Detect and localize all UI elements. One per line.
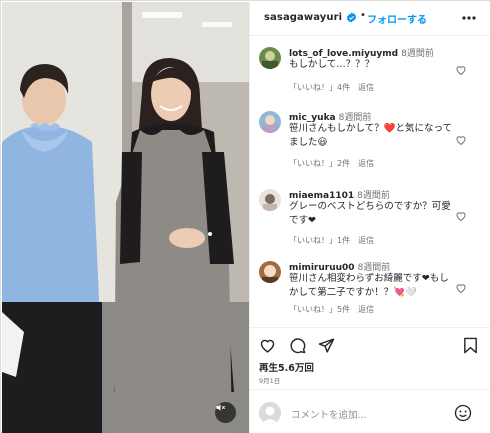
comment-button[interactable] [288, 336, 306, 354]
comment-icon [290, 337, 305, 353]
emoji-icon[interactable] [454, 404, 472, 422]
comment-text: グレーのベストどちらのですか？可愛です❤ [289, 201, 451, 226]
like-button[interactable] [258, 336, 276, 354]
comment-item: miaema1101 8週間前 グレーのベストどちらのですか？可愛です❤ 「いいね… [250, 179, 490, 251]
reply-button[interactable]: 返信 [358, 236, 374, 245]
comment-text: もしかして…？？？ [289, 59, 375, 70]
share-icon [318, 337, 334, 353]
heart-icon [260, 339, 274, 353]
add-comment-bar: コメントを追加... [250, 389, 490, 433]
comment-text: 笹川さん相変わらずお綺麗です❤もしかして第二子ですか！？💘🤍 [289, 273, 449, 298]
bookmark-icon [463, 337, 477, 353]
reply-button[interactable]: 返信 [358, 159, 374, 168]
reply-button[interactable]: 返信 [358, 305, 374, 314]
video-frame [2, 2, 249, 433]
comment-input[interactable]: コメントを追加... [291, 407, 367, 421]
avatar[interactable] [259, 111, 281, 133]
comment-text: 笹川さんもしかして？❤️と気になってました😃 [289, 123, 453, 148]
post-detail-panel: sasagawayuri • フォローする lots_of_love.miyuy… [249, 2, 490, 433]
avatar [259, 402, 281, 424]
view-count: 再生5.6万回 [259, 363, 314, 374]
post-author-username[interactable]: sasagawayuri [264, 12, 342, 23]
post-actions-bar [250, 327, 490, 359]
post-date[interactable]: 9月1日 [259, 375, 280, 385]
comment-item: lots_of_love.miyuymd 8週間前 もしかして…？？？ 「いいね！… [250, 37, 490, 99]
mute-icon [216, 404, 225, 411]
share-button[interactable] [317, 336, 335, 354]
avatar[interactable] [259, 261, 281, 283]
comment-like-count[interactable]: 「いいね！」4件 [289, 83, 350, 92]
comments-list: lots_of_love.miyuymd 8週間前 もしかして…？？？ 「いいね！… [250, 37, 490, 321]
more-options-icon [462, 16, 476, 20]
heart-icon[interactable] [455, 64, 467, 76]
heart-icon[interactable] [455, 210, 467, 222]
comment-like-count[interactable]: 「いいね！」5件 [289, 305, 350, 314]
header-separator: • [360, 10, 366, 21]
heart-icon[interactable] [455, 134, 467, 146]
post-header: sasagawayuri • フォローする [250, 2, 490, 36]
heart-icon[interactable] [455, 282, 467, 294]
comment-item: mic_yuka 8週間前 笹川さんもしかして？❤️と気になってました😃 「いいね… [250, 101, 490, 177]
comment-like-count[interactable]: 「いいね！」2件 [289, 159, 350, 168]
more-options-button[interactable] [460, 9, 478, 27]
mute-button[interactable] [215, 402, 236, 423]
save-button[interactable] [461, 336, 479, 354]
reply-button[interactable]: 返信 [358, 83, 374, 92]
follow-button[interactable]: フォローする [367, 11, 427, 26]
comment-like-count[interactable]: 「いいね！」1件 [289, 236, 350, 245]
verified-badge-icon [346, 12, 357, 23]
avatar[interactable] [259, 47, 281, 69]
comment-item: mimiruruu00 8週間前 笹川さん相変わらずお綺麗です❤もしかして第二子で… [250, 251, 490, 321]
instagram-post-window: sasagawayuri • フォローする lots_of_love.miyuy… [0, 0, 490, 433]
post-video[interactable] [2, 2, 249, 433]
avatar[interactable] [259, 189, 281, 211]
